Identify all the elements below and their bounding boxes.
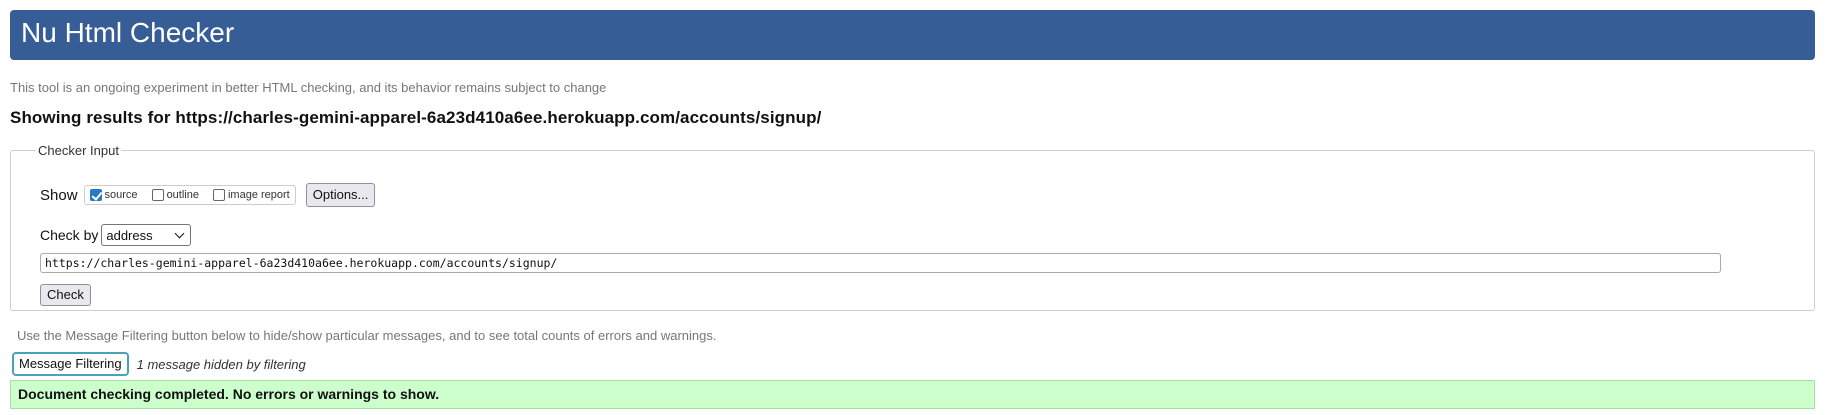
filtering-note: Use the Message Filtering button below t… bbox=[17, 328, 717, 343]
check-button[interactable]: Check bbox=[40, 284, 91, 306]
intro-text: This tool is an ongoing experiment in be… bbox=[10, 80, 607, 95]
chevron-down-icon bbox=[174, 228, 185, 238]
outline-checkbox[interactable] bbox=[151, 189, 164, 201]
success-message: Document checking completed. No errors o… bbox=[10, 380, 1815, 409]
options-button[interactable]: Options... bbox=[305, 183, 376, 207]
show-label: Show bbox=[40, 186, 78, 204]
filtering-row: Message Filtering 1 message hidden by fi… bbox=[12, 352, 306, 376]
check-by-selected-value: address bbox=[106, 227, 153, 243]
show-row: Show source outline image report Options… bbox=[40, 182, 376, 208]
page-title: Nu Html Checker bbox=[21, 17, 235, 48]
page: Nu Html Checker This tool is an ongoing … bbox=[0, 0, 1825, 415]
outline-checkbox-label[interactable]: outline bbox=[167, 189, 199, 201]
check-by-row: Check by address bbox=[40, 224, 192, 246]
url-input[interactable]: https://charles-gemini-apparel-6a23d410a… bbox=[40, 253, 1721, 273]
hidden-messages-note: 1 message hidden by filtering bbox=[136, 356, 306, 372]
source-checkbox-label[interactable]: source bbox=[105, 189, 138, 201]
image-report-checkbox[interactable] bbox=[212, 189, 225, 201]
source-checkbox[interactable] bbox=[89, 189, 102, 201]
header-banner: Nu Html Checker bbox=[10, 10, 1815, 60]
image-report-checkbox-label[interactable]: image report bbox=[228, 189, 290, 201]
check-by-label: Check by bbox=[40, 227, 99, 243]
message-filtering-button[interactable]: Message Filtering bbox=[12, 352, 129, 376]
check-by-select[interactable]: address bbox=[101, 224, 192, 246]
show-options-group: source outline image report bbox=[83, 185, 296, 205]
checker-input-fieldset: Checker Input Show source outline image … bbox=[10, 143, 1815, 311]
results-heading: Showing results for https://charles-gemi… bbox=[10, 108, 822, 127]
checker-input-legend: Checker Input bbox=[38, 143, 119, 158]
